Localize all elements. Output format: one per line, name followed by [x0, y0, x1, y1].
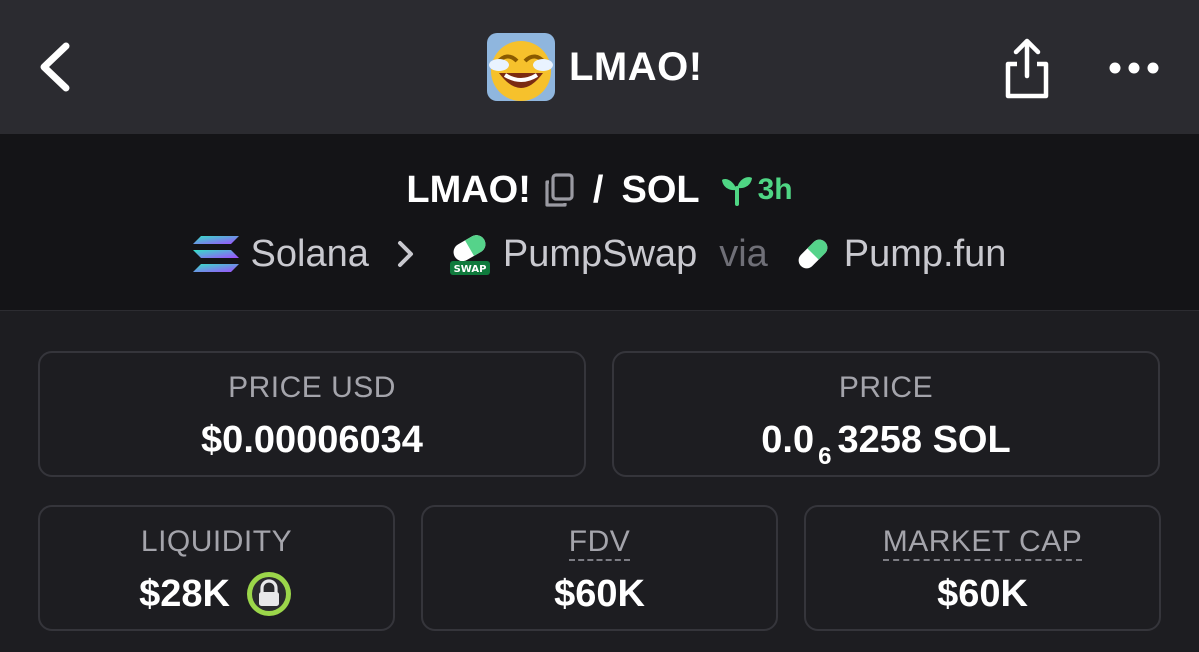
fdv-label[interactable]: FDV — [568, 525, 631, 561]
fdv-label-wrap: FDV — [423, 525, 776, 561]
price-usd-card: PRICE USD $0.00006034 — [38, 351, 586, 477]
more-icon — [1109, 62, 1159, 74]
market-cap-card: MARKET CAP $60K — [804, 505, 1161, 631]
pair-separator: / — [592, 168, 604, 211]
chain-link[interactable]: Solana — [251, 233, 369, 276]
sprout-icon — [721, 177, 752, 206]
pumpfun-pill-icon — [798, 239, 828, 269]
price-native-value: 0.0 6 3258 SOL — [614, 419, 1158, 470]
price-native-label: PRICE — [838, 371, 934, 404]
price-native-suffix: 3258 SOL — [837, 419, 1011, 461]
copy-icon — [545, 173, 574, 207]
solana-icon — [192, 236, 239, 272]
swap-badge-text: SWAP — [453, 264, 486, 275]
copy-address-button[interactable] — [543, 172, 575, 208]
lock-icon — [246, 572, 291, 616]
liquidity-card: LIQUIDITY $28K — [38, 505, 395, 631]
fdv-value: $60K — [554, 573, 645, 615]
route-row: Solana SWAP PumpSwap via Pump.fun — [0, 230, 1199, 278]
pair-info: LMAO! / SOL 3h Solana SWAP PumpSwap via … — [0, 134, 1199, 311]
market-cap-value: $60K — [937, 573, 1028, 615]
page-title: LMAO! — [569, 44, 703, 89]
via-label: via — [719, 232, 768, 275]
pair-quote-symbol: SOL — [621, 168, 700, 211]
price-usd-value: $0.00006034 — [201, 419, 423, 461]
share-icon — [1005, 38, 1049, 99]
chevron-right-icon — [397, 241, 413, 267]
token-title: LMAO! — [487, 33, 703, 101]
price-native-zero-count: 6 — [818, 442, 832, 470]
dex-link[interactable]: PumpSwap — [503, 233, 697, 276]
price-usd-label: PRICE USD — [228, 371, 396, 404]
price-native-prefix: 0.0 — [761, 419, 815, 461]
market-cap-label[interactable]: MARKET CAP — [882, 525, 1083, 561]
launchpad-link[interactable]: Pump.fun — [844, 233, 1007, 276]
market-cap-label-wrap: MARKET CAP — [806, 525, 1159, 561]
liquidity-value: $28K — [139, 572, 230, 615]
liquidity-value-row: $28K — [40, 569, 393, 619]
pumpswap-icon: SWAP — [449, 235, 490, 275]
pair-base-symbol: LMAO! — [406, 168, 531, 211]
share-button[interactable] — [1000, 36, 1054, 100]
more-options-button[interactable] — [1108, 48, 1160, 88]
liquidity-lock-button[interactable] — [244, 569, 294, 619]
liquidity-label: LIQUIDITY — [140, 525, 293, 558]
top-bar: LMAO! — [0, 0, 1199, 134]
pair-age: 3h — [757, 173, 793, 206]
back-icon — [40, 42, 70, 92]
price-native-card: PRICE 0.0 6 3258 SOL — [612, 351, 1160, 477]
fdv-card: FDV $60K — [421, 505, 778, 631]
back-button[interactable] — [32, 40, 82, 94]
token-logo — [487, 33, 555, 101]
pair-row: LMAO! / SOL 3h — [0, 168, 1199, 212]
pair-age-badge: 3h — [720, 173, 793, 207]
